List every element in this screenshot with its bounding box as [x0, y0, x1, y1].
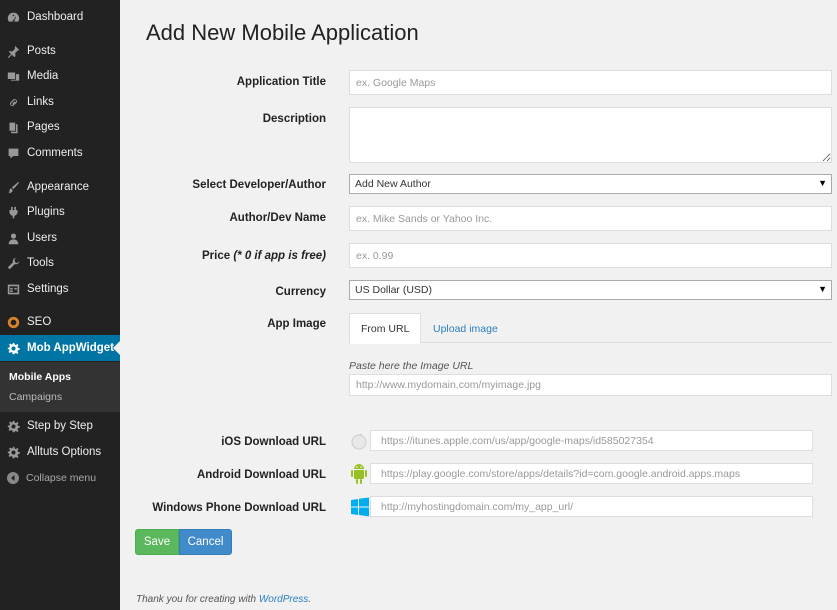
price-label: Price (* 0 if app is free)	[202, 250, 326, 262]
dropdown-arrow-icon: ▼	[818, 178, 827, 188]
sidebar-item-links[interactable]: Links	[0, 89, 120, 115]
save-button[interactable]: Save	[135, 529, 179, 555]
comment-icon	[6, 146, 20, 160]
ios-url-input[interactable]	[370, 430, 813, 451]
sidebar-item-pages[interactable]: Pages	[0, 114, 120, 140]
sidebar-item-label: Media	[27, 70, 59, 82]
footer-thanks: Thank you for creating with	[136, 594, 259, 605]
pin-icon	[6, 44, 20, 58]
submenu-item-mobile-apps[interactable]: Mobile Apps	[9, 371, 71, 383]
media-icon	[6, 69, 20, 83]
main-content: Add New Mobile Application Application T…	[120, 0, 837, 610]
image-url-input[interactable]	[349, 374, 832, 396]
cancel-button[interactable]: Cancel	[179, 529, 232, 555]
price-input[interactable]	[349, 243, 832, 268]
page-title: Add New Mobile Application	[146, 20, 419, 45]
sidebar-item-alltuts-options[interactable]: Alltuts Options	[0, 439, 120, 465]
sidebar-item-tools[interactable]: Tools	[0, 250, 120, 276]
description-label: Description	[262, 113, 326, 125]
tab-upload-image[interactable]: Upload image	[422, 313, 509, 344]
wrench-icon	[6, 256, 20, 270]
sidebar-item-media[interactable]: Media	[0, 63, 120, 89]
sidebar-item-label: Comments	[27, 147, 83, 159]
sidebar-item-label: Posts	[27, 45, 56, 57]
gear-icon	[6, 419, 20, 433]
android-url-label: Android Download URL	[196, 469, 326, 481]
collapse-menu-label: Collapse menu	[26, 472, 97, 484]
currency-label: Currency	[275, 286, 327, 298]
windows-url-input[interactable]	[370, 496, 813, 517]
app-title-input[interactable]	[349, 70, 832, 95]
sidebar-item-posts[interactable]: Posts	[0, 38, 120, 64]
admin-sidebar: Dashboard Posts Media Links Pages Commen…	[0, 0, 120, 610]
sidebar-item-appearance[interactable]: Appearance	[0, 174, 120, 200]
android-url-input[interactable]	[370, 463, 813, 484]
description-textarea[interactable]	[349, 107, 832, 163]
sidebar-item-label: Mob AppWidget	[27, 342, 114, 354]
sidebar-item-label: Appearance	[27, 181, 90, 193]
sidebar-item-label: Alltuts Options	[27, 446, 102, 458]
sidebar-item-label: Plugins	[27, 206, 65, 218]
currency-select[interactable]: US Dollar (USD) ▼	[349, 280, 832, 300]
sidebar-item-dashboard[interactable]: Dashboard	[0, 4, 120, 30]
wordpress-link[interactable]: WordPress	[259, 594, 308, 605]
image-url-hint: Paste here the Image URL	[349, 360, 474, 372]
sidebar-item-seo[interactable]: SEO	[0, 309, 120, 335]
collapse-menu-button[interactable]: Collapse menu	[0, 468, 120, 488]
image-source-tabs: From URL Upload image	[349, 313, 832, 344]
pages-icon	[6, 120, 20, 134]
seo-icon	[6, 315, 20, 329]
sidebar-item-mob-appwidget[interactable]: Mob AppWidget	[0, 335, 120, 361]
sidebar-item-label: Settings	[27, 283, 69, 295]
sidebar-item-plugins[interactable]: Plugins	[0, 199, 120, 225]
settings-icon	[6, 282, 20, 296]
ios-url-label: iOS Download URL	[221, 436, 326, 448]
sidebar-item-users[interactable]: Users	[0, 225, 120, 251]
sidebar-submenu: Mobile Apps Campaigns	[0, 362, 120, 412]
app-image-label: App Image	[267, 318, 326, 330]
apple-icon	[351, 433, 367, 450]
submenu-item-campaigns[interactable]: Campaigns	[9, 391, 62, 403]
sidebar-item-label: Pages	[27, 121, 60, 133]
developer-select-value: Add New Author	[355, 178, 431, 190]
windows-url-label: Windows Phone Download URL	[152, 502, 326, 514]
price-label-text: Price	[201, 250, 231, 262]
plugin-icon	[6, 205, 20, 219]
developer-label: Select Developer/Author	[192, 179, 326, 191]
gear-icon	[6, 341, 20, 355]
footer-period: .	[308, 594, 312, 605]
sidebar-item-label: Step by Step	[27, 420, 93, 432]
link-icon	[6, 95, 20, 109]
author-name-label: Author/Dev Name	[229, 212, 327, 224]
user-icon	[6, 231, 20, 245]
sidebar-item-label: Users	[27, 232, 58, 244]
currency-select-value: US Dollar (USD)	[355, 284, 433, 296]
dropdown-arrow-icon: ▼	[818, 284, 827, 294]
brush-icon	[6, 180, 20, 194]
tab-from-url[interactable]: From URL	[349, 313, 422, 344]
sidebar-item-label: Links	[27, 96, 54, 108]
sidebar-item-label: Dashboard	[27, 11, 84, 23]
developer-select[interactable]: Add New Author ▼	[349, 174, 832, 194]
sidebar-item-step-by-step[interactable]: Step by Step	[0, 413, 120, 439]
author-name-input[interactable]	[349, 206, 832, 231]
sidebar-item-label: Tools	[27, 257, 54, 269]
sidebar-item-settings[interactable]: Settings	[0, 276, 120, 302]
gear-icon	[6, 445, 20, 459]
price-note: (* 0 if app is free)	[233, 250, 326, 262]
dashboard-icon	[6, 10, 20, 24]
footer-text: Thank you for creating with WordPress.	[136, 594, 311, 605]
sidebar-item-label: SEO	[27, 316, 52, 328]
android-icon	[351, 464, 367, 484]
sidebar-item-comments[interactable]: Comments	[0, 140, 120, 166]
windows-icon	[351, 497, 369, 517]
app-title-label: Application Title	[236, 76, 326, 88]
collapse-arrow-icon	[7, 472, 19, 484]
